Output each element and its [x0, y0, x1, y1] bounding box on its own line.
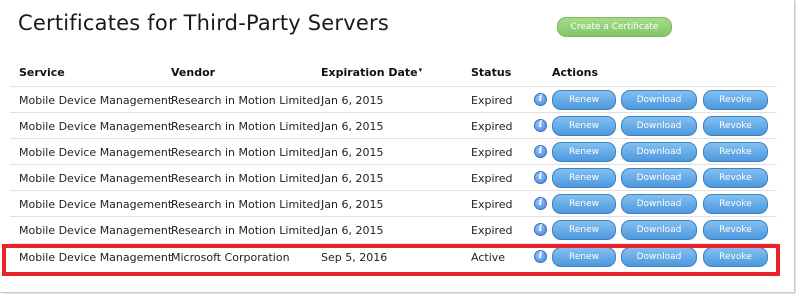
cell-service: Mobile Device Management	[19, 146, 173, 159]
column-header-expiration-date[interactable]: Expiration Date▾	[321, 66, 422, 79]
revoke-button[interactable]: Revoke	[703, 194, 768, 214]
cell-status: Expired	[471, 94, 513, 107]
cell-expiration-date: Jan 6, 2015	[321, 94, 384, 107]
renew-button[interactable]: Renew	[552, 116, 616, 136]
renew-button[interactable]: Renew	[552, 168, 616, 188]
cell-expiration-date: Jan 6, 2015	[321, 224, 384, 237]
cell-status: Expired	[471, 146, 513, 159]
revoke-button[interactable]: Revoke	[703, 168, 768, 188]
highlight-box	[2, 244, 780, 276]
cell-service: Mobile Device Management	[19, 198, 173, 211]
cell-status: Expired	[471, 224, 513, 237]
cell-service: Mobile Device Management	[19, 224, 173, 237]
cell-expiration-date: Jan 6, 2015	[321, 198, 384, 211]
column-header-vendor: Vendor	[171, 66, 216, 79]
download-button[interactable]: Download	[621, 194, 697, 214]
revoke-button[interactable]: Revoke	[703, 116, 768, 136]
create-certificate-button[interactable]: Create a Certificate	[557, 17, 672, 37]
table-row: Mobile Device Management Research in Moti…	[10, 112, 777, 139]
renew-button[interactable]: Renew	[552, 220, 616, 240]
table-row: Mobile Device Management Research in Moti…	[10, 190, 777, 217]
cell-service: Mobile Device Management	[19, 172, 173, 185]
cell-status: Expired	[471, 120, 513, 133]
revoke-button[interactable]: Revoke	[703, 142, 768, 162]
info-icon[interactable]: i	[534, 145, 547, 158]
info-icon[interactable]: i	[534, 171, 547, 184]
info-icon[interactable]: i	[534, 93, 547, 106]
column-header-actions: Actions	[552, 66, 598, 79]
cell-service: Mobile Device Management	[19, 120, 173, 133]
download-button[interactable]: Download	[621, 116, 697, 136]
sort-descending-icon: ▾	[418, 66, 423, 74]
expiration-date-label: Expiration Date	[321, 66, 418, 79]
cell-expiration-date: Jan 6, 2015	[321, 146, 384, 159]
table-row: Mobile Device Management Research in Moti…	[10, 164, 777, 191]
cell-service: Mobile Device Management	[19, 94, 173, 107]
cell-vendor: Research in Motion Limited	[171, 224, 321, 237]
column-header-status: Status	[471, 66, 512, 79]
renew-button[interactable]: Renew	[552, 90, 616, 110]
download-button[interactable]: Download	[621, 142, 697, 162]
download-button[interactable]: Download	[621, 220, 697, 240]
info-icon[interactable]: i	[534, 223, 547, 236]
info-icon[interactable]: i	[534, 119, 547, 132]
download-button[interactable]: Download	[621, 168, 697, 188]
cell-status: Expired	[471, 172, 513, 185]
cell-vendor: Research in Motion Limited	[171, 94, 321, 107]
table-row: Mobile Device Management Research in Moti…	[10, 138, 777, 165]
cell-vendor: Research in Motion Limited	[171, 120, 321, 133]
cell-vendor: Research in Motion Limited	[171, 146, 321, 159]
info-icon[interactable]: i	[534, 197, 547, 210]
renew-button[interactable]: Renew	[552, 142, 616, 162]
cell-status: Expired	[471, 198, 513, 211]
cell-vendor: Research in Motion Limited	[171, 172, 321, 185]
column-header-service: Service	[19, 66, 65, 79]
revoke-button[interactable]: Revoke	[703, 220, 768, 240]
page-title: Certificates for Third-Party Servers	[18, 11, 389, 35]
table-row: Mobile Device Management Research in Moti…	[10, 216, 777, 243]
cell-expiration-date: Jan 6, 2015	[321, 120, 384, 133]
renew-button[interactable]: Renew	[552, 194, 616, 214]
cell-expiration-date: Jan 6, 2015	[321, 172, 384, 185]
cell-vendor: Research in Motion Limited	[171, 198, 321, 211]
revoke-button[interactable]: Revoke	[703, 90, 768, 110]
download-button[interactable]: Download	[621, 90, 697, 110]
table-row: Mobile Device Management Research in Moti…	[10, 86, 777, 113]
